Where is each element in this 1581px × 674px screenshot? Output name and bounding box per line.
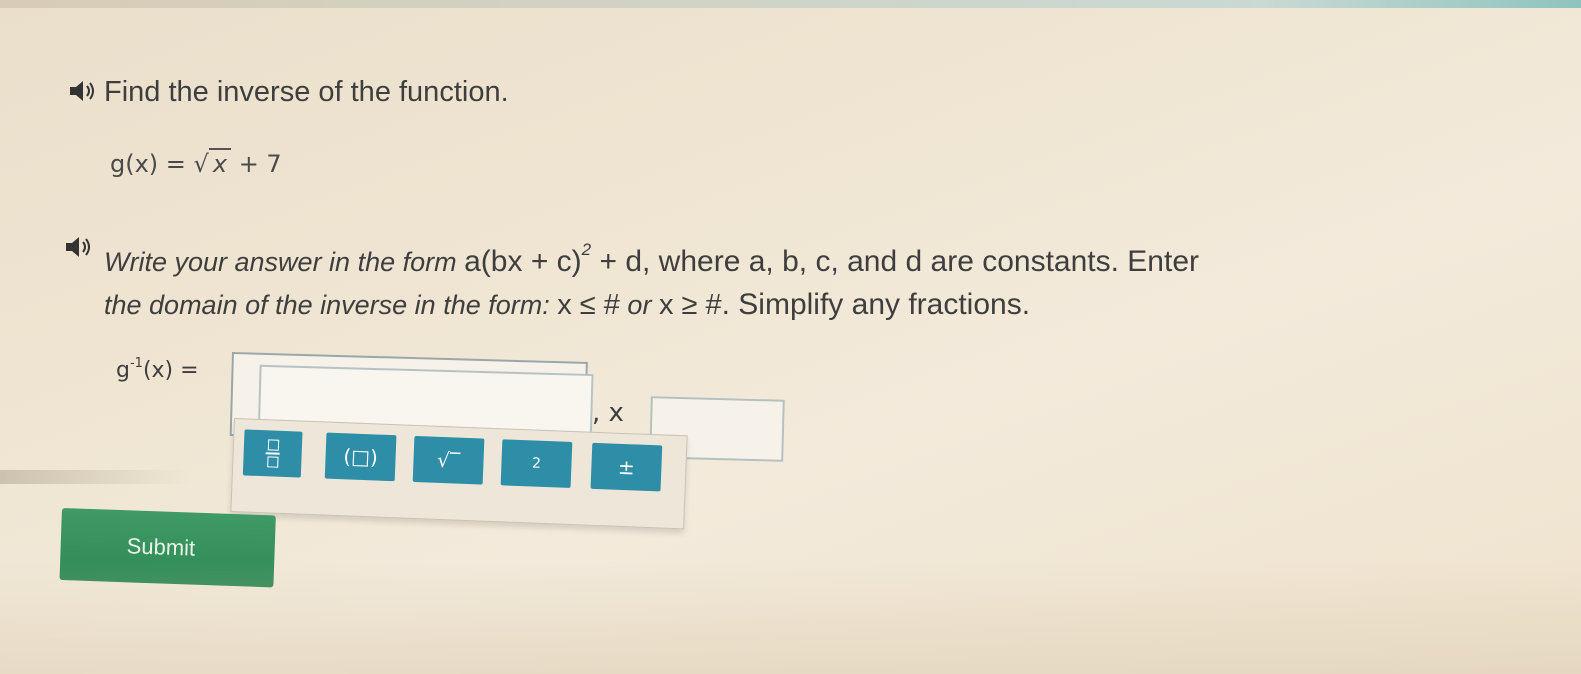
inverse-label: g-1(x) = [116,356,199,383]
function-tail: + 7 [238,150,282,178]
function-expression: g(x) = √ x + 7 [110,148,282,178]
answer-form-tail: + d [591,245,643,278]
answer-form: a(bx + c) [464,245,582,278]
domain-instruction-prefix: the domain of the inverse in the form: [104,290,558,320]
top-accent-bar [0,0,1581,8]
sqrt-symbol: √ [193,150,209,178]
inverse-label-sup: -1 [129,356,143,371]
desk-shadow [0,470,190,484]
speaker-icon-instructions[interactable] [64,234,94,260]
inverse-label-g: g [116,358,130,383]
question-title: Find the inverse of the function. [104,76,509,108]
square-button[interactable]: 2 [500,439,573,488]
parentheses-button[interactable]: (□) [324,432,397,482]
bottom-shade [0,560,1581,674]
fraction-button[interactable] [242,429,303,478]
speaker-icon[interactable] [68,78,98,104]
instruction-prefix: Write your answer in the form [104,247,465,277]
instruction-suffix: , where a, b, c, and d are constants. En… [642,245,1199,278]
square-root-button[interactable]: √‾ [412,435,485,485]
domain-or: or [619,290,659,320]
domain-form-1: x ≤ # [557,289,620,321]
function-lhs: g(x) = [110,150,186,178]
instruction-line-2: the domain of the inverse in the form: x… [104,288,1030,322]
math-toolbar: (□) √‾ 2 ± [230,418,688,530]
inverse-label-tail: (x) = [142,358,199,383]
domain-instruction-suffix: . Simplify any fractions. [721,288,1031,321]
answer-form-exponent: 2 [581,240,592,259]
plus-minus-button[interactable]: ± [590,442,663,492]
square-exponent-label: 2 [531,455,542,472]
instruction-line-1: Write your answer in the form a(bx + c)2… [104,240,1199,279]
fraction-icon [265,439,280,468]
domain-form-2: x ≥ # [658,289,722,321]
function-radicand: x [208,148,232,178]
domain-separator: , x [592,398,624,428]
